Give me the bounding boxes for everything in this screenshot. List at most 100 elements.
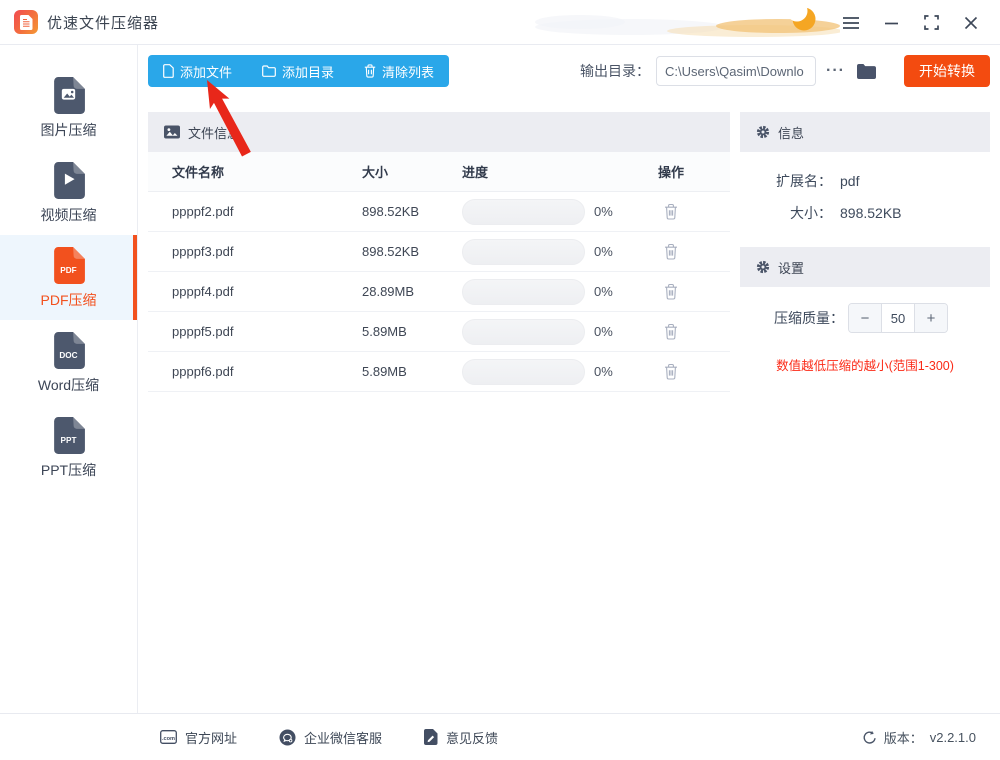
- sidebar-item-word[interactable]: DOC Word压缩: [0, 320, 137, 405]
- video-file-icon: [51, 161, 86, 200]
- output-directory-input[interactable]: [656, 56, 816, 86]
- add-file-button[interactable]: 添加文件: [148, 55, 247, 87]
- sidebar-item-label: PDF压缩: [41, 290, 97, 310]
- table-rows: ppppf2.pdf898.52KB0%ppppf3.pdf898.52KB0%…: [148, 192, 730, 392]
- file-info-panel: 文件信息 文件名称大小进度操作 ppppf2.pdf898.52KB0%pppp…: [148, 112, 730, 702]
- quality-value-input[interactable]: [881, 304, 915, 332]
- trash-icon: [364, 64, 376, 78]
- main-content: 添加文件 添加目录 清除列表 输出目录： ··· 开始转换: [138, 45, 1000, 713]
- table-row[interactable]: ppppf6.pdf5.89MB 0%: [148, 352, 730, 392]
- start-convert-button[interactable]: 开始转换: [904, 55, 990, 87]
- footer-link-website[interactable]: .com官方网址: [160, 728, 237, 747]
- folder-icon: [262, 65, 276, 77]
- pdf-file-icon: PDF: [51, 246, 86, 285]
- progress-bar: [462, 359, 585, 385]
- quality-increase-button[interactable]: +: [915, 304, 947, 332]
- delete-row-icon[interactable]: [662, 321, 680, 342]
- feedback-icon: [424, 729, 438, 745]
- operation-cell: [658, 241, 730, 262]
- delete-row-icon[interactable]: [662, 361, 680, 382]
- info-field-label: 扩展名：: [740, 171, 832, 191]
- version-value: v2.2.1.0: [930, 730, 976, 745]
- svg-text:PPT: PPT: [61, 436, 77, 445]
- operation-cell: [658, 201, 730, 222]
- table-row[interactable]: ppppf3.pdf898.52KB0%: [148, 232, 730, 272]
- clear-list-button[interactable]: 清除列表: [349, 55, 449, 87]
- menu-icon[interactable]: [834, 6, 868, 40]
- output-directory-label: 输出目录：: [580, 61, 650, 81]
- panels-row: 文件信息 文件名称大小进度操作 ppppf2.pdf898.52KB0%pppp…: [148, 112, 990, 702]
- browse-dots-button[interactable]: ···: [820, 66, 851, 76]
- delete-row-icon[interactable]: [662, 281, 680, 302]
- refresh-icon[interactable]: [862, 730, 877, 745]
- sidebar-item-label: Word压缩: [38, 375, 99, 395]
- settings-section-title: 设置: [778, 258, 804, 277]
- ppt-file-icon: PPT: [51, 416, 86, 455]
- sidebar-item-image[interactable]: 图片压缩: [0, 65, 137, 150]
- app-logo-icon: [14, 10, 38, 34]
- maximize-icon[interactable]: [914, 6, 948, 40]
- file-info-header: 文件信息: [148, 112, 730, 152]
- info-field: 大小：898.52KB: [740, 197, 990, 229]
- moon-cloud-decoration: [520, 0, 840, 44]
- svg-text:DOC: DOC: [59, 351, 77, 360]
- image-file-icon: [51, 76, 86, 115]
- table-row[interactable]: ppppf5.pdf5.89MB0%: [148, 312, 730, 352]
- file-name: ppppf2.pdf: [172, 204, 362, 219]
- footer-link-label: 企业微信客服: [304, 728, 382, 747]
- sidebar-item-ppt[interactable]: PPT PPT压缩: [0, 405, 137, 490]
- info-field: 扩展名： pdf: [740, 165, 990, 197]
- file-actions-group: 添加文件 添加目录 清除列表: [148, 55, 449, 87]
- add-directory-button[interactable]: 添加目录: [247, 55, 349, 87]
- minimize-icon[interactable]: [874, 6, 908, 40]
- quality-label: 压缩质量：: [740, 308, 844, 328]
- operation-cell: [658, 361, 730, 382]
- quality-decrease-button[interactable]: −: [849, 304, 881, 332]
- progress-cell: 0%: [462, 239, 658, 265]
- window-controls: [834, 0, 1000, 45]
- settings-section-header: 设置: [740, 247, 990, 287]
- file-info-title: 文件信息: [188, 123, 240, 142]
- output-directory-group: 输出目录： ··· 开始转换: [580, 55, 990, 87]
- version-info: 版本： v2.2.1.0: [862, 728, 976, 747]
- column-header: 操作: [658, 162, 730, 181]
- file-size: 898.52KB: [362, 204, 462, 219]
- svg-text:PDF: PDF: [60, 266, 76, 275]
- progress-percent: 0%: [594, 204, 613, 219]
- version-label: 版本：: [884, 728, 923, 747]
- sidebar-item-label: PPT压缩: [41, 460, 96, 480]
- toolbar: 添加文件 添加目录 清除列表 输出目录： ··· 开始转换: [148, 55, 990, 87]
- file-name: ppppf6.pdf: [172, 364, 362, 379]
- progress-cell: 0%: [462, 319, 658, 345]
- picture-icon: [164, 125, 180, 139]
- sidebar-item-video[interactable]: 视频压缩: [0, 150, 137, 235]
- progress-cell: 0%: [462, 199, 658, 225]
- delete-row-icon[interactable]: [662, 201, 680, 222]
- progress-percent: 0%: [594, 284, 613, 299]
- sidebar-item-pdf[interactable]: PDF PDF压缩: [0, 235, 137, 320]
- close-icon[interactable]: [954, 6, 988, 40]
- column-header: 文件名称: [172, 162, 362, 181]
- table-row[interactable]: ppppf4.pdf28.89MB0%: [148, 272, 730, 312]
- file-icon: [163, 64, 174, 78]
- progress-percent: 0%: [594, 364, 613, 379]
- footer-link-wechat-service[interactable]: 企业微信客服: [279, 728, 382, 747]
- info-section-title: 信息: [778, 123, 804, 142]
- delete-row-icon[interactable]: [662, 241, 680, 262]
- open-folder-icon[interactable]: [857, 64, 876, 79]
- footer-link-feedback[interactable]: 意见反馈: [424, 728, 498, 747]
- info-field-value: pdf: [840, 173, 859, 189]
- app-window: 优速文件压缩器 图片压缩 视频压: [0, 0, 1000, 760]
- progress-bar: [462, 239, 585, 265]
- info-section-header: 信息: [740, 112, 990, 152]
- table-row[interactable]: ppppf2.pdf898.52KB 0%: [148, 192, 730, 232]
- file-name: ppppf4.pdf: [172, 284, 362, 299]
- doc-file-icon: DOC: [51, 331, 86, 370]
- operation-cell: [658, 281, 730, 302]
- settings-body: 压缩质量： − + 数值越低压缩的越小(范围1-300): [740, 287, 990, 374]
- wechat-service-icon: [279, 729, 296, 746]
- file-size: 5.89MB: [362, 364, 462, 379]
- progress-percent: 0%: [594, 244, 613, 259]
- column-header: 进度: [462, 162, 658, 181]
- progress-bar: [462, 319, 585, 345]
